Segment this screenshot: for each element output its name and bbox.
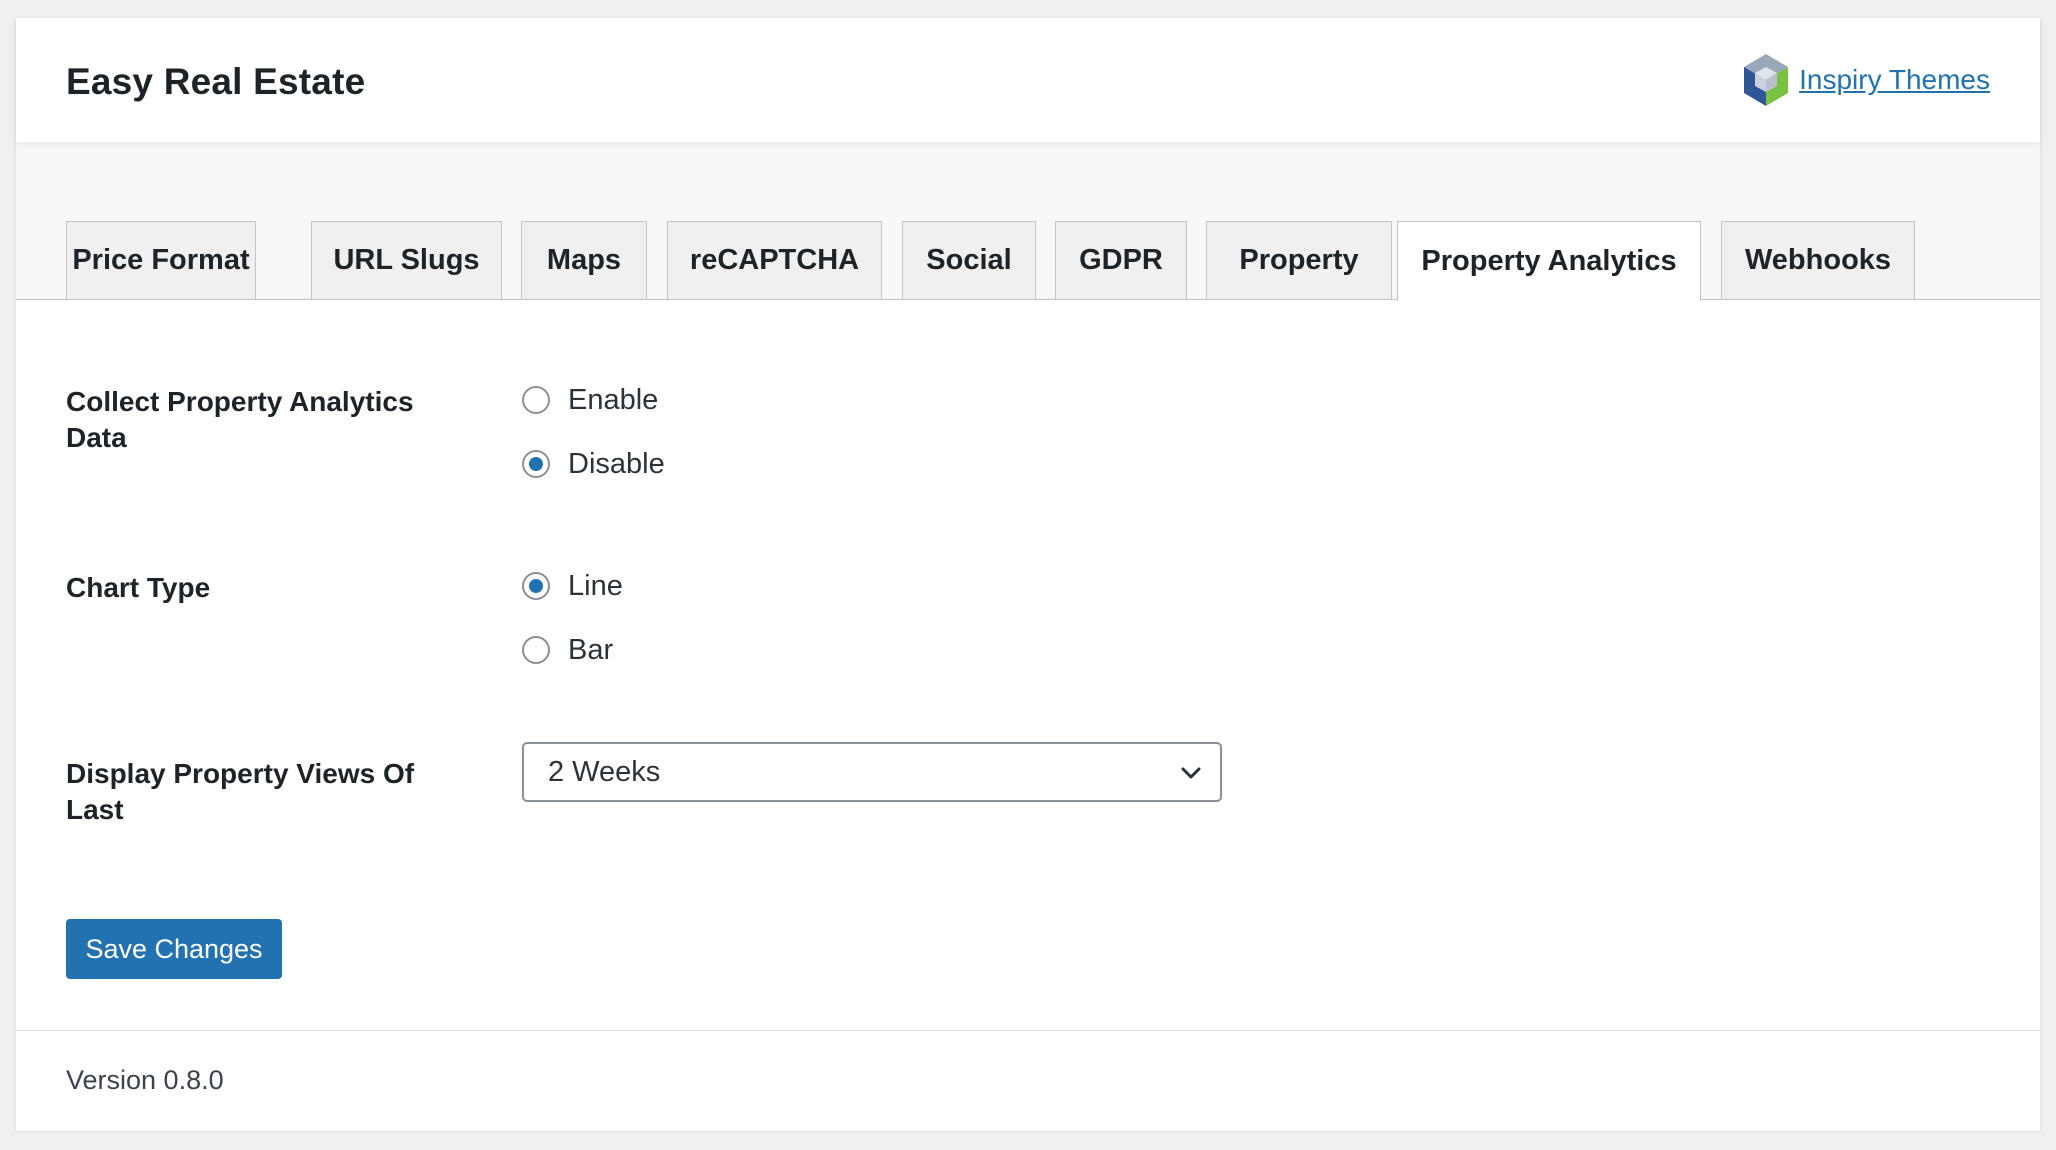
settings-panel: Easy Real Estate Inspiry Themes Price Fo… xyxy=(16,18,2040,1131)
page-header: Easy Real Estate Inspiry Themes xyxy=(16,18,2040,142)
chart-type-options: Line Bar xyxy=(522,554,623,682)
brand: Inspiry Themes xyxy=(1741,52,1990,108)
views-period-value: 2 Weeks xyxy=(548,755,661,788)
tab-gdpr[interactable]: GDPR xyxy=(1055,221,1187,299)
chevron-down-icon xyxy=(1178,760,1204,791)
chart-type-line-label: Line xyxy=(568,569,623,602)
chart-type-line-radio[interactable] xyxy=(522,572,550,600)
tab-maps[interactable]: Maps xyxy=(521,221,647,299)
tab-webhooks[interactable]: Webhooks xyxy=(1721,221,1915,299)
chart-type-bar-option[interactable]: Bar xyxy=(522,618,623,682)
inspiry-logo-icon xyxy=(1741,52,1791,108)
tab-price-format[interactable]: Price Format xyxy=(66,221,256,299)
footer: Version 0.8.0 xyxy=(16,1030,2040,1131)
inspiry-themes-link[interactable]: Inspiry Themes xyxy=(1799,63,1990,97)
collect-analytics-label: Collect Property Analytics Data xyxy=(66,386,414,453)
views-period-select[interactable]: 2 Weeks xyxy=(522,742,1222,802)
chart-type-bar-radio[interactable] xyxy=(522,636,550,664)
collect-disable-label: Disable xyxy=(568,447,665,480)
views-period-label: Display Property Views Of Last xyxy=(66,758,415,825)
tab-bar: Price Format URL Slugs Maps reCAPTCHA So… xyxy=(16,142,2040,301)
chart-type-bar-label: Bar xyxy=(568,633,614,666)
tab-url-slugs[interactable]: URL Slugs xyxy=(311,221,502,299)
collect-enable-option[interactable]: Enable xyxy=(522,368,665,432)
save-changes-button[interactable]: Save Changes xyxy=(66,919,282,979)
page-title: Easy Real Estate xyxy=(66,61,366,102)
version-text: Version 0.8.0 xyxy=(66,1065,224,1095)
collect-enable-label: Enable xyxy=(568,383,659,416)
tab-property[interactable]: Property xyxy=(1206,221,1392,299)
chart-type-line-option[interactable]: Line xyxy=(522,554,623,618)
tab-property-analytics[interactable]: Property Analytics xyxy=(1397,221,1701,301)
tab-recaptcha[interactable]: reCAPTCHA xyxy=(667,221,882,299)
chart-type-label: Chart Type xyxy=(66,572,211,603)
collect-disable-option[interactable]: Disable xyxy=(522,432,665,496)
collect-enable-radio[interactable] xyxy=(522,386,550,414)
tab-social[interactable]: Social xyxy=(902,221,1036,299)
collect-disable-radio[interactable] xyxy=(522,450,550,478)
collect-analytics-options: Enable Disable xyxy=(522,368,665,496)
